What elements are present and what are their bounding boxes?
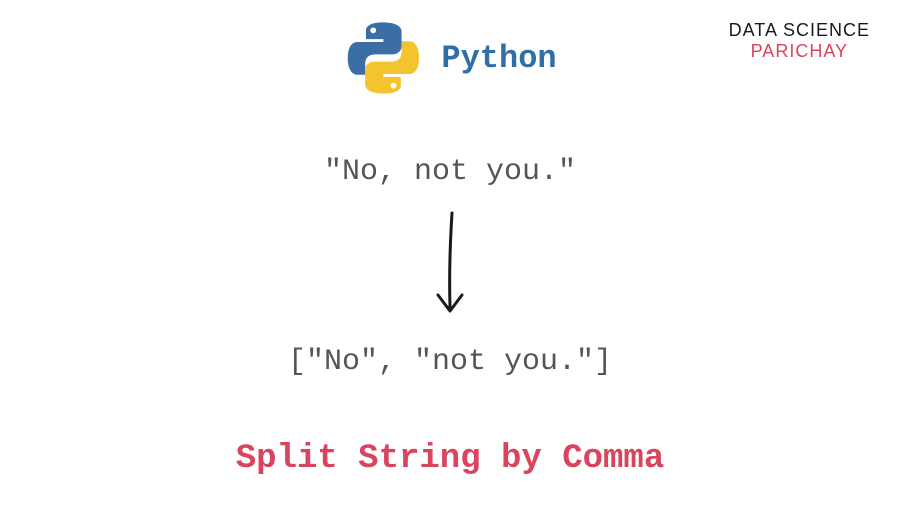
brand-block: DATA SCIENCE PARICHAY: [729, 20, 870, 62]
example-output-text: ["No", "not you."]: [288, 345, 612, 379]
down-arrow-icon: [420, 205, 480, 325]
python-logo-icon: [343, 18, 423, 98]
example-input-text: "No, not you.": [324, 155, 576, 189]
page-title: Python: [441, 40, 556, 77]
brand-line2: PARICHAY: [729, 41, 870, 62]
brand-line1: DATA SCIENCE: [729, 20, 870, 41]
caption-text: Split String by Comma: [236, 440, 664, 478]
header: Python: [343, 18, 556, 98]
